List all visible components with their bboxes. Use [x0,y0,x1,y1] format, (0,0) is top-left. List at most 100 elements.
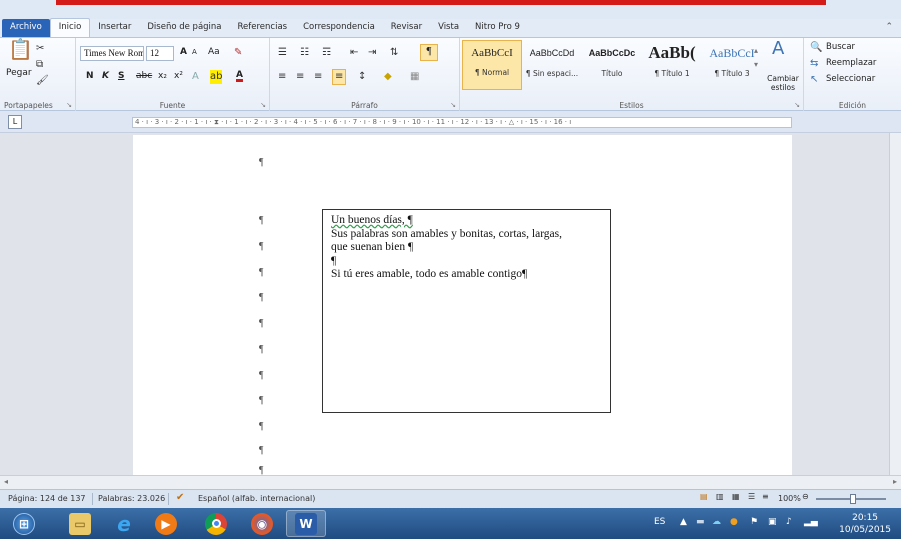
font-color-button[interactable]: A [236,70,243,80]
tab-correspondencia[interactable]: Correspondencia [295,19,383,37]
style-titulo-3[interactable]: AaBbCcI ¶ Título 3 [702,40,762,90]
text-box[interactable]: Un buenos días, ¶ Sus palabras son amabl… [322,209,611,413]
shading-icon[interactable]: ◆ [384,70,392,84]
style-titulo-1[interactable]: AaBb( ¶ Título 1 [642,40,702,90]
zoom-level[interactable]: 100% [778,494,801,503]
tab-insertar[interactable]: Insertar [90,19,139,37]
numbering-icon[interactable]: ☷ [300,46,309,60]
grow-font-button[interactable]: A [180,47,187,57]
minimize-ribbon-icon[interactable]: ⌃ [885,22,893,32]
print-layout-icon[interactable]: ▤ [700,492,708,501]
tab-vista[interactable]: Vista [430,19,467,37]
bullets-icon[interactable]: ☰ [278,46,287,60]
align-left-icon[interactable]: ≡ [278,70,286,84]
tray-flag-icon[interactable]: ⚑ [750,517,758,527]
tab-inicio[interactable]: Inicio [49,18,91,37]
horizontal-scrollbar[interactable]: ◂ ▸ [0,475,901,489]
superscript-button[interactable]: x² [174,71,183,81]
style-titulo[interactable]: AaBbCcDc Título [582,40,642,90]
style-titulo-1-sample: AaBb( [648,43,696,62]
font-name-field[interactable]: Times New Rom [80,46,144,61]
tray-volume-icon[interactable]: ♪ [786,517,792,527]
cut-icon[interactable]: ✂ [36,42,44,56]
align-center-icon[interactable]: ≡ [296,70,304,84]
tray-display-icon[interactable]: ▣ [768,517,777,527]
tab-referencias[interactable]: Referencias [230,19,296,37]
change-styles-icon[interactable]: A [772,40,784,58]
multilevel-list-icon[interactable]: ☶ [322,46,331,60]
draft-icon[interactable]: ≡ [762,492,769,501]
document-page[interactable]: ¶ ¶ ¶ ¶ ¶ ¶ ¶ ¶ ¶ ¶ ¶ ¶ Un buenos días, … [133,135,792,475]
tray-signal-icon[interactable]: ▂▄ [804,517,818,527]
shrink-font-button[interactable]: A [192,48,197,56]
clipboard-launcher-icon[interactable]: ↘ [66,101,72,109]
tab-selector-button[interactable]: L [8,115,22,129]
strikethrough-button[interactable]: abc [136,71,152,81]
taskbar-explorer[interactable]: ▭ [60,510,100,537]
language-status[interactable]: Español (alfab. internacional) [198,494,315,503]
show-marks-button[interactable]: ¶ [420,44,438,61]
taskbar-internet-explorer[interactable]: e [104,510,144,537]
group-label-paragraph: Párrafo [351,101,378,110]
text-effects-icon[interactable]: A [192,70,199,84]
tray-cloud-icon[interactable]: ☁ [712,517,721,527]
font-launcher-icon[interactable]: ↘ [260,101,266,109]
taskbar-chrome[interactable] [196,510,236,537]
styles-scroll-icon[interactable]: ▴ ▾ [754,44,758,72]
zoom-thumb[interactable] [850,494,856,504]
page-count[interactable]: Página: 124 de 137 [8,494,86,503]
word-count[interactable]: Palabras: 23.026 [98,494,165,503]
tab-archivo[interactable]: Archivo [2,19,50,37]
web-layout-icon[interactable]: ▦ [732,492,740,501]
paste-button[interactable]: Pegar [6,68,32,78]
italic-button[interactable]: K [102,71,109,81]
scroll-right-icon[interactable]: ▸ [893,477,897,486]
tray-expand-icon[interactable]: ▲ [680,517,687,527]
taskbar-firefox[interactable]: ◉ [242,510,282,537]
bold-button[interactable]: N [86,71,94,81]
clear-format-icon[interactable]: ✎ [234,46,242,60]
zoom-out-icon[interactable]: ⊖ [802,492,809,501]
font-size-field[interactable]: 12 [146,46,174,61]
tray-update-icon[interactable]: ● [730,517,738,527]
taskbar-media-player[interactable]: ▶ [146,510,186,537]
underline-button[interactable]: S [118,71,124,81]
taskbar-word[interactable]: W [286,510,326,537]
vertical-scrollbar[interactable] [889,133,901,475]
find-button[interactable]: Buscar [826,42,855,52]
subscript-button[interactable]: x₂ [158,71,167,81]
line-spacing-icon[interactable]: ↕ [358,70,366,84]
select-button[interactable]: Seleccionar [826,74,875,84]
paragraph-launcher-icon[interactable]: ↘ [450,101,456,109]
format-painter-icon[interactable]: 🖌 [36,74,49,88]
status-bar: Página: 124 de 137 Palabras: 23.026 ✔ Es… [0,489,901,508]
word-icon: W [295,512,317,535]
highlight-icon[interactable]: ab [210,70,223,84]
borders-icon[interactable]: ▦ [410,70,419,84]
style-sin-espaciado[interactable]: AaBbCcDd ¶ Sin espaci... [522,40,582,90]
change-styles-button[interactable]: Cambiar estilos [764,74,802,92]
replace-button[interactable]: Reemplazar [826,58,876,68]
tab-diseno-pagina[interactable]: Diseño de página [139,19,229,37]
style-normal[interactable]: AaBbCcI ¶ Normal [462,40,522,90]
paste-icon[interactable]: 📋 [8,39,33,59]
proofing-icon[interactable]: ✔ [176,492,184,503]
scroll-left-icon[interactable]: ◂ [4,477,8,486]
tab-nitro[interactable]: Nitro Pro 9 [467,19,528,37]
horizontal-ruler[interactable]: 4 · ı · 3 · ı · 2 · ı · 1 · ı · ⧗ · ı · … [132,117,792,128]
justify-icon[interactable]: ≡ [332,69,347,85]
taskbar-clock[interactable]: 20:15 10/05/2015 [839,512,891,536]
input-language[interactable]: ES [654,517,665,527]
decrease-indent-icon[interactable]: ⇤ [350,46,358,60]
change-case-button[interactable]: Aa [208,47,220,57]
tab-revisar[interactable]: Revisar [383,19,430,37]
tray-network-app-icon[interactable]: ▬ [696,517,705,527]
align-right-icon[interactable]: ≡ [314,70,322,84]
start-button[interactable]: ⊞ [4,510,44,537]
increase-indent-icon[interactable]: ⇥ [368,46,376,60]
outline-icon[interactable]: ☰ [748,492,755,501]
sort-icon[interactable]: ⇅ [390,46,398,60]
full-screen-icon[interactable]: ▥ [716,492,724,501]
styles-launcher-icon[interactable]: ↘ [794,101,800,109]
copy-icon[interactable]: ⧉ [36,58,43,72]
